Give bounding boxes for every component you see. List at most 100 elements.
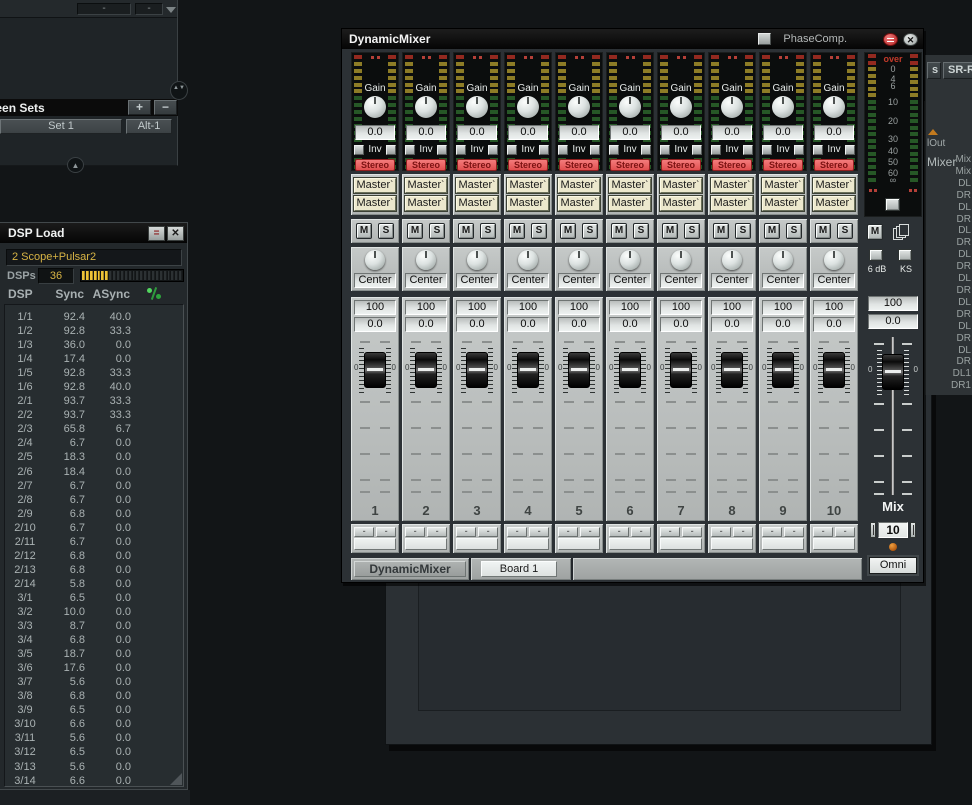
volume-fader[interactable]: 0 0 (507, 335, 549, 495)
level-value-field[interactable]: 100 (354, 300, 396, 315)
pan-knob[interactable] (416, 250, 436, 270)
gain-value-field[interactable]: 0.0 (355, 125, 395, 140)
invert-right-button[interactable] (386, 145, 396, 155)
fader-db-field[interactable]: 0.0 (609, 317, 651, 332)
master-db-field[interactable]: 0.0 (868, 314, 918, 329)
fader-db-field[interactable]: 0.0 (813, 317, 855, 332)
pan-value-field[interactable]: Center (354, 273, 396, 288)
output-select-right[interactable]: Masterˋ (762, 196, 804, 211)
stereo-button[interactable]: Stereo (406, 159, 446, 171)
solo-button[interactable]: S (429, 223, 445, 239)
board-button[interactable]: Board 1 (481, 561, 557, 577)
minimize-button[interactable]: = (148, 226, 165, 241)
level-value-field[interactable]: 100 (762, 300, 804, 315)
fader-db-field[interactable]: 0.0 (456, 317, 498, 332)
link-left-button[interactable]: - (660, 527, 680, 537)
mute-button[interactable]: M (407, 223, 423, 239)
gain-knob[interactable] (568, 96, 590, 118)
output-select-right[interactable]: Masterˋ (507, 196, 549, 211)
stereo-button[interactable]: Stereo (712, 159, 752, 171)
pan-value-field[interactable]: Center (660, 273, 702, 288)
omni-button[interactable]: Omni (869, 557, 917, 574)
link-left-button[interactable]: - (456, 527, 476, 537)
channel-label-field[interactable] (405, 538, 447, 550)
close-button[interactable]: ✕ (167, 226, 184, 241)
channel-label-field[interactable] (711, 538, 753, 550)
output-select-right[interactable]: Masterˋ (354, 196, 396, 211)
close-button[interactable]: ✕ (903, 33, 918, 46)
6db-button[interactable] (869, 249, 883, 261)
channel-label-field[interactable] (558, 538, 600, 550)
gain-value-field[interactable]: 0.0 (457, 125, 497, 140)
volume-fader[interactable]: 0 0 (711, 335, 753, 495)
stereo-button[interactable]: Stereo (355, 159, 395, 171)
invert-right-button[interactable] (539, 145, 549, 155)
output-select-left[interactable]: Masterˋ (711, 178, 753, 193)
invert-right-button[interactable] (488, 145, 498, 155)
minimize-button[interactable] (883, 33, 898, 46)
solo-button[interactable]: S (786, 223, 802, 239)
gain-value-field[interactable]: 0.0 (814, 125, 854, 140)
stereo-button[interactable]: Stereo (814, 159, 854, 171)
gain-knob[interactable] (364, 96, 386, 118)
link-left-button[interactable]: - (762, 527, 782, 537)
level-value-field[interactable]: 100 (813, 300, 855, 315)
pan-knob[interactable] (824, 250, 844, 270)
copy-icon[interactable] (893, 224, 910, 241)
stereo-button[interactable]: Stereo (559, 159, 599, 171)
master-level-field[interactable]: 100 (868, 296, 918, 311)
channel-count-field[interactable]: 10 (878, 522, 908, 538)
gain-value-field[interactable]: 0.0 (406, 125, 446, 140)
stereo-button[interactable]: Stereo (508, 159, 548, 171)
gain-knob[interactable] (466, 96, 488, 118)
fader-db-field[interactable]: 0.0 (660, 317, 702, 332)
fader-handle[interactable] (415, 352, 437, 388)
stereo-button[interactable]: Stereo (457, 159, 497, 171)
fader-handle[interactable] (823, 352, 845, 388)
invert-right-button[interactable] (437, 145, 447, 155)
invert-left-button[interactable] (813, 145, 823, 155)
add-set-button[interactable]: + (128, 100, 151, 115)
dsp-load-titlebar[interactable]: DSP Load = ✕ (0, 223, 187, 243)
level-value-field[interactable]: 100 (660, 300, 702, 315)
output-select-right[interactable]: Masterˋ (813, 196, 855, 211)
channel-label-field[interactable] (507, 538, 549, 550)
gain-value-field[interactable]: 0.0 (559, 125, 599, 140)
volume-fader[interactable]: 0 0 (354, 335, 396, 495)
output-select-left[interactable]: Masterˋ (660, 178, 702, 193)
mute-button[interactable]: M (356, 223, 372, 239)
mute-button[interactable]: M (509, 223, 525, 239)
link-right-button[interactable]: - (631, 527, 651, 537)
remove-set-button[interactable]: − (154, 100, 177, 115)
solo-button[interactable]: S (582, 223, 598, 239)
channel-label-field[interactable] (354, 538, 396, 550)
invert-left-button[interactable] (456, 145, 466, 155)
output-select-right[interactable]: Masterˋ (660, 196, 702, 211)
pan-knob[interactable] (569, 250, 589, 270)
invert-right-button[interactable] (590, 145, 600, 155)
pan-value-field[interactable]: Center (456, 273, 498, 288)
gain-knob[interactable] (670, 96, 692, 118)
fader-handle[interactable] (670, 352, 692, 388)
channel-label-field[interactable] (762, 538, 804, 550)
volume-fader[interactable]: 0 0 (609, 335, 651, 495)
mute-button[interactable]: M (815, 223, 831, 239)
invert-right-button[interactable] (845, 145, 855, 155)
solo-button[interactable]: S (633, 223, 649, 239)
level-value-field[interactable]: 100 (711, 300, 753, 315)
link-right-button[interactable]: - (784, 527, 804, 537)
fader-handle[interactable] (568, 352, 590, 388)
link-right-button[interactable]: - (835, 527, 855, 537)
toolbar-field-2[interactable]: - (135, 3, 163, 15)
channel-label-field[interactable] (813, 538, 855, 550)
link-right-button[interactable]: - (427, 527, 447, 537)
output-select-right[interactable]: Masterˋ (558, 196, 600, 211)
solo-button[interactable]: S (684, 223, 700, 239)
solo-button[interactable]: S (531, 223, 547, 239)
output-select-left[interactable]: Masterˋ (558, 178, 600, 193)
output-select-right[interactable]: Masterˋ (711, 196, 753, 211)
channel-label-field[interactable] (660, 538, 702, 550)
fader-handle[interactable] (619, 352, 641, 388)
link-left-button[interactable]: - (405, 527, 425, 537)
pan-value-field[interactable]: Center (711, 273, 753, 288)
